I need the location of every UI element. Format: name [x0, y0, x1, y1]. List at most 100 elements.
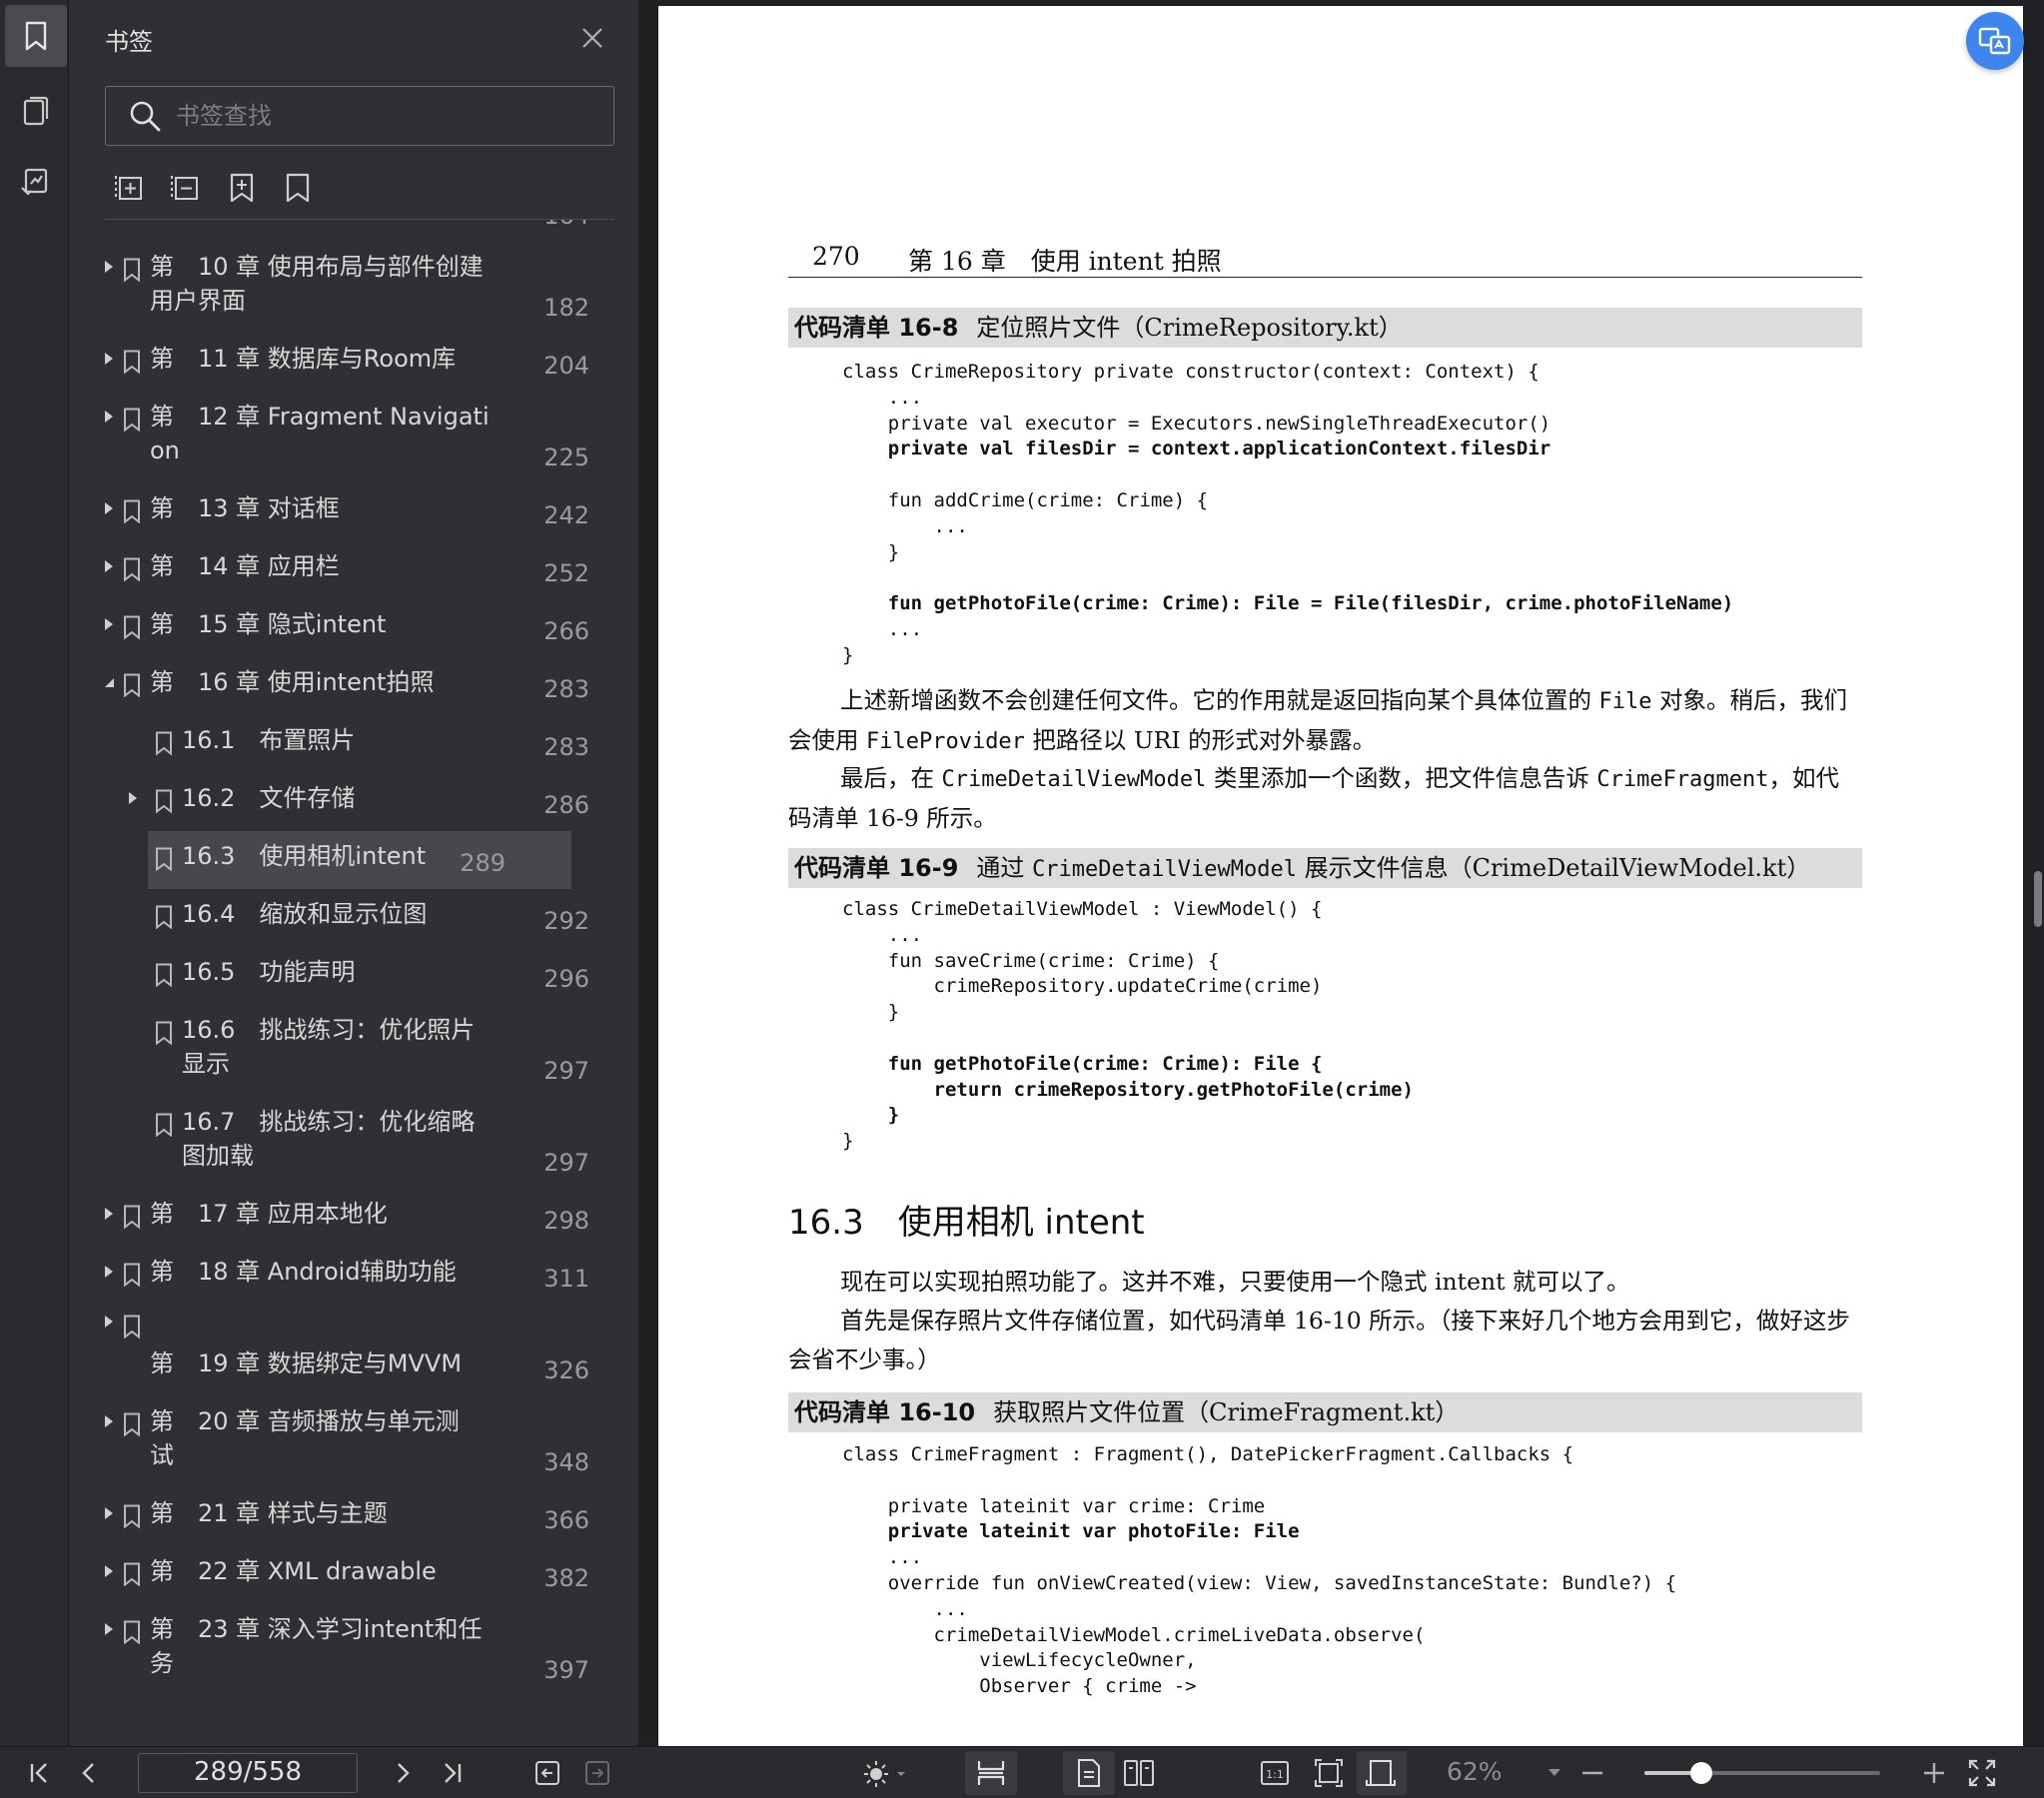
- bookmark-item[interactable]: 16.4 缩放和显示位图 292: [94, 889, 613, 947]
- bookmark-label: 16.2 文件存储: [182, 784, 356, 812]
- code-line: viewLifecycleOwner,: [842, 1649, 1197, 1672]
- eye-care-mode-button[interactable]: [861, 1757, 907, 1789]
- zoom-slider[interactable]: [1644, 1762, 1880, 1784]
- translate-float-button[interactable]: [1966, 12, 2024, 70]
- collapsed-caret-icon[interactable]: [102, 1506, 116, 1520]
- document-scrollbar[interactable]: [2034, 871, 2042, 927]
- bookmark-item[interactable]: 第 12 章 Fragment Navigati on 225: [94, 392, 613, 483]
- first-page-button[interactable]: [24, 1757, 56, 1789]
- code-line: fun addCrime(crime: Crime) {: [842, 488, 1209, 511]
- collapsed-caret-icon[interactable]: [102, 1622, 116, 1636]
- page-number-input[interactable]: 289/558: [138, 1753, 358, 1793]
- bookmark-item[interactable]: 第 11 章 数据库与Room库 204: [94, 334, 613, 392]
- collapsed-caret-icon[interactable]: [102, 1207, 116, 1221]
- code-line: override fun onViewCreated(view: View, s…: [842, 1571, 1677, 1594]
- collapsed-caret-icon[interactable]: [126, 791, 140, 805]
- fullscreen-icon: [1968, 1759, 1996, 1787]
- listing-number: 代码清单 16-9: [794, 854, 959, 882]
- bookmark-item[interactable]: 第 21 章 样式与主题 366: [94, 1488, 613, 1546]
- expand-all-icon: [115, 176, 142, 200]
- collapsed-caret-icon[interactable]: [102, 501, 116, 515]
- bookmark-item[interactable]: 16.5 功能声明 296: [94, 947, 613, 1005]
- bookmark-page-number: 225: [543, 444, 589, 471]
- collapsed-caret-icon[interactable]: [102, 1315, 116, 1329]
- previous-page-button[interactable]: [74, 1757, 106, 1789]
- code-line: return crimeRepository.getPhotoFile(crim…: [842, 1078, 1414, 1101]
- collapsed-caret-icon[interactable]: [102, 1414, 116, 1428]
- bookmark-icon: [124, 673, 140, 697]
- document-viewport[interactable]: 270 第 16 章 使用 intent 拍照 代码清单 16-8 定位照片文件（…: [658, 0, 2044, 1746]
- bookmark-label: 16.3 使用相机intent: [182, 842, 427, 870]
- bookmark-item[interactable]: 第 13 章 对话框 242: [94, 483, 613, 541]
- last-page-button[interactable]: [436, 1757, 468, 1789]
- fullscreen-button[interactable]: [1966, 1757, 1998, 1789]
- single-page-button[interactable]: [1073, 1757, 1105, 1789]
- expand-all-button[interactable]: [115, 172, 145, 204]
- bookmarks-tab-button[interactable]: [5, 5, 67, 67]
- bookmark-item[interactable]: 16.6 挑战练习：优化照片 显示 297: [94, 1005, 613, 1097]
- bookmark-page-number: 297: [543, 1057, 589, 1085]
- next-page-button[interactable]: [386, 1757, 418, 1789]
- two-page-button[interactable]: [1123, 1757, 1155, 1789]
- collapsed-caret-icon[interactable]: [102, 617, 116, 631]
- bookmark-page-number: 292: [543, 907, 589, 935]
- zoom-in-button[interactable]: [1918, 1757, 1950, 1789]
- back-button[interactable]: [531, 1757, 563, 1789]
- bookmark-item[interactable]: 第 16 章 使用intent拍照 283: [94, 657, 613, 715]
- bookmark-label: 16.1 布置照片: [182, 726, 356, 754]
- bookmark-item[interactable]: 第 18 章 Android辅助功能 311: [94, 1247, 613, 1305]
- section-heading: 16.3 使用相机 intent: [788, 1203, 1145, 1243]
- collapsed-caret-icon[interactable]: [102, 1564, 116, 1578]
- close-panel-button[interactable]: [576, 22, 608, 54]
- expanded-caret-icon[interactable]: [102, 675, 116, 689]
- bookmark-label: 第 15 章 隐式intent: [150, 610, 387, 638]
- collapsed-caret-icon[interactable]: [102, 559, 116, 573]
- code-line: private val executor = Executors.newSing…: [842, 412, 1551, 435]
- bookmark-item[interactable]: 第 20 章 音频播放与单元测 试 348: [94, 1396, 613, 1488]
- actual-size-button[interactable]: 1:1: [1259, 1757, 1291, 1789]
- continuous-scroll-button[interactable]: [975, 1757, 1007, 1789]
- zoom-out-button[interactable]: [1576, 1757, 1608, 1789]
- code-line: ...: [842, 1546, 923, 1569]
- bookmark-item[interactable]: 第 23 章 深入学习intent和任 务 397: [94, 1604, 613, 1696]
- bookmark-item[interactable]: 16.1 布置照片 283: [94, 715, 613, 773]
- bookmark-icon: [124, 408, 140, 432]
- bookmark-item[interactable]: 16.7 挑战练习：优化缩略 图加载 297: [94, 1097, 613, 1189]
- forward-button[interactable]: [581, 1757, 613, 1789]
- bookmark-item[interactable]: 16.2 文件存储 286: [94, 773, 613, 831]
- bookmark-item[interactable]: 第 15 章 隐式intent 266: [94, 599, 613, 657]
- fit-width-button[interactable]: [1365, 1757, 1397, 1789]
- collapsed-caret-icon[interactable]: [102, 260, 116, 274]
- bookmark-search-box[interactable]: [105, 86, 614, 146]
- bookmark-item[interactable]: 第 17 章 应用本地化 298: [94, 1189, 613, 1247]
- bookmark-search-input[interactable]: [176, 102, 575, 130]
- collapsed-caret-icon[interactable]: [102, 1265, 116, 1279]
- bookmark-item[interactable]: 16.3 使用相机intent 289: [148, 831, 571, 889]
- code-block: class CrimeFragment : Fragment(), DatePi…: [842, 1442, 1676, 1700]
- zoom-dropdown-button[interactable]: [1538, 1757, 1570, 1789]
- bookmark-current-button[interactable]: [283, 172, 313, 204]
- thumbnails-tab-button[interactable]: [5, 80, 67, 142]
- bookmark-item[interactable]: 第 22 章 XML drawable 382: [94, 1546, 613, 1604]
- code-line: }: [842, 643, 854, 666]
- bookmark-item[interactable]: 第 14 章 应用栏 252: [94, 541, 613, 599]
- minus-icon: [1582, 1771, 1602, 1775]
- annotations-tab-button[interactable]: [5, 152, 67, 214]
- bookmark-icon: [124, 350, 140, 374]
- bookmark-label: 第 21 章 样式与主题: [150, 1499, 388, 1527]
- bookmark-item[interactable]: 示列表164: [94, 220, 613, 242]
- panel-splitter[interactable]: [638, 0, 658, 1746]
- zoom-slider-handle[interactable]: [1689, 1762, 1712, 1784]
- fit-page-button[interactable]: [1313, 1757, 1345, 1789]
- bookmark-item[interactable]: 第 19 章 数据绑定与MVVM 326: [94, 1305, 613, 1396]
- collapsed-caret-icon[interactable]: [102, 410, 116, 424]
- bookmark-icon: [156, 789, 172, 813]
- continuous-scroll-icon: [977, 1761, 1005, 1785]
- zoom-level-readout[interactable]: 62%: [1447, 1757, 1503, 1786]
- collapsed-caret-icon[interactable]: [102, 352, 116, 366]
- add-bookmark-button[interactable]: [227, 172, 257, 204]
- bookmark-item[interactable]: 第 10 章 使用布局与部件创建 用户界面 182: [94, 242, 613, 334]
- sidebar-rail: [0, 0, 69, 1746]
- collapse-all-button[interactable]: [171, 172, 201, 204]
